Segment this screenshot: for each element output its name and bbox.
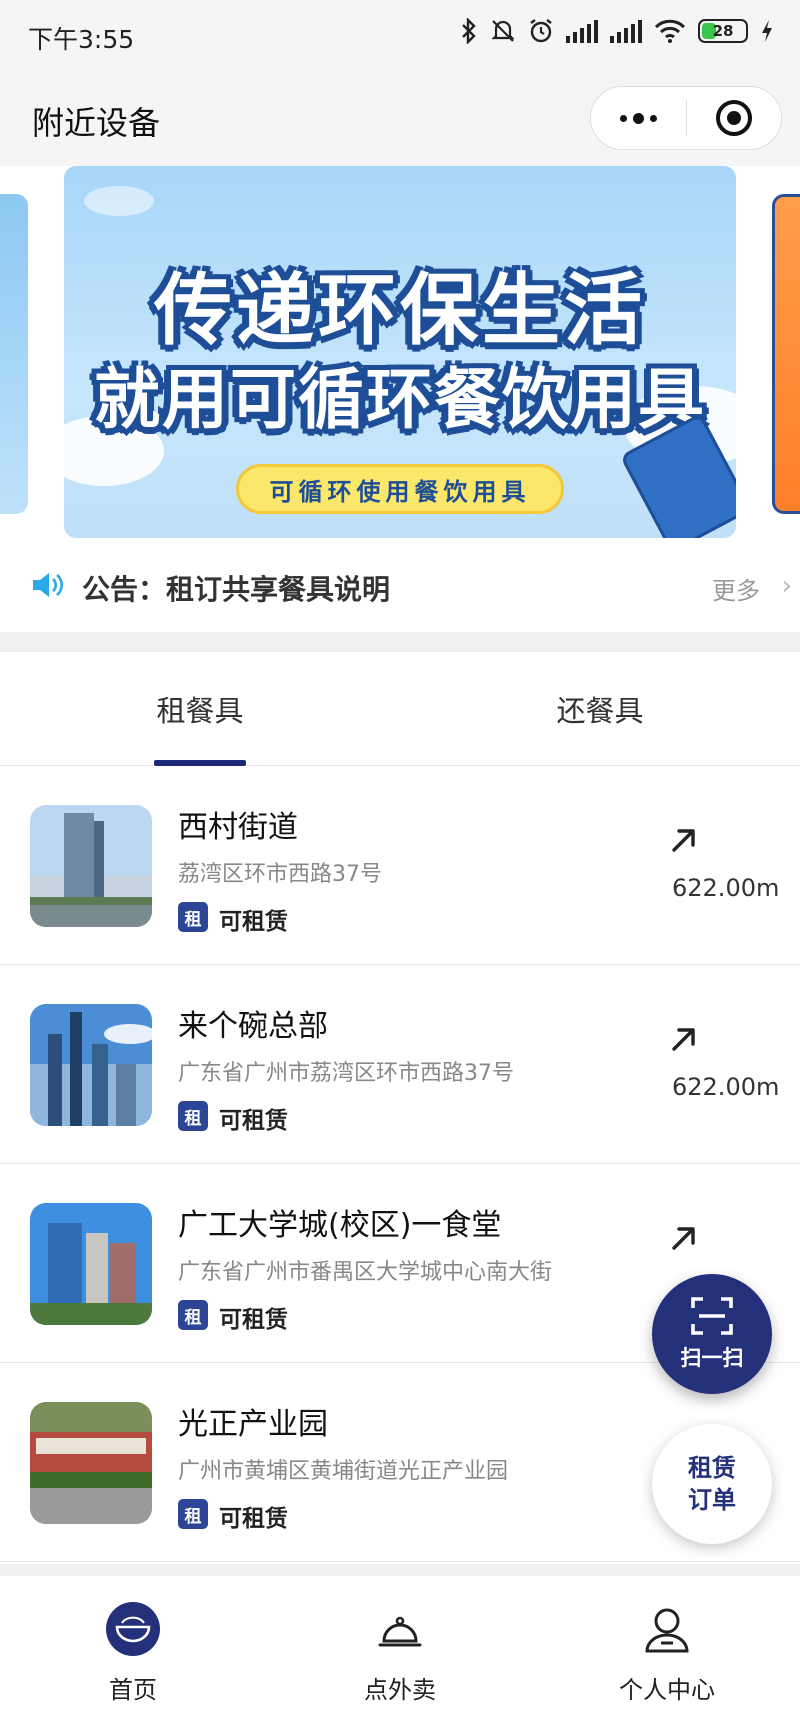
signal-hd-icon <box>610 19 642 43</box>
location-row[interactable]: 西村街道 荔湾区环市西路37号 租 可租赁 622.00m <box>0 766 800 965</box>
section-divider <box>0 632 800 652</box>
location-row[interactable]: 来个碗总部 广东省广州市荔湾区环市西路37号 租 可租赁 622.00m <box>0 965 800 1164</box>
target-icon <box>715 100 752 136</box>
battery-icon: 28 <box>698 19 748 43</box>
notice-text: 公告：租订共享餐具说明 <box>82 573 391 606</box>
rent-badge: 租 <box>178 1101 208 1131</box>
location-name: 来个碗总部 <box>178 1009 328 1044</box>
mute-bell-icon <box>491 20 515 42</box>
location-status: 可租赁 <box>219 1108 288 1134</box>
tab-bar: 租餐具 还餐具 <box>0 652 800 766</box>
navigate-arrow-icon[interactable] <box>668 1023 700 1055</box>
location-status: 可租赁 <box>219 1307 288 1333</box>
more-button[interactable] <box>591 87 686 149</box>
location-address: 广东省广州市荔湾区环市西路37号 <box>178 1061 514 1086</box>
location-photo <box>30 805 152 927</box>
navigate-arrow-icon[interactable] <box>668 824 700 856</box>
nav-takeout-label: 点外卖 <box>364 1676 436 1704</box>
banner-headline: 传递环保生活 <box>153 266 646 356</box>
battery-level: 28 <box>712 22 734 40</box>
scan-icon <box>691 1297 733 1335</box>
rent-badge: 租 <box>178 902 208 932</box>
location-photo <box>30 1004 152 1126</box>
nav-home-label: 首页 <box>109 1676 157 1704</box>
nav-takeout[interactable]: 点外卖 <box>267 1576 533 1733</box>
bell-icon <box>371 1600 429 1658</box>
speaker-icon <box>33 573 63 597</box>
notice-bar[interactable]: 公告：租订共享餐具说明 更多 › <box>0 540 800 632</box>
rent-badge: 租 <box>178 1499 208 1529</box>
bottom-divider <box>0 1564 800 1576</box>
banner-cloud <box>84 186 154 216</box>
header: 附近设备 <box>0 72 800 166</box>
banner-slide[interactable]: 传递环保生活 就用可循环餐饮用具 可循环使用餐饮用具 <box>64 166 736 538</box>
notice-more-link[interactable]: 更多 <box>712 571 760 606</box>
rent-badge: 租 <box>178 1300 208 1330</box>
charging-icon <box>762 20 772 42</box>
location-status: 可租赁 <box>219 909 288 935</box>
status-time: 下午3:55 <box>28 25 135 54</box>
location-address: 广东省广州市番禺区大学城中心南大街 <box>178 1260 553 1285</box>
more-dot-icon <box>650 114 657 122</box>
banner-next-slide[interactable] <box>772 194 800 514</box>
bottom-nav: 首页 点外卖 个人中心 <box>0 1576 800 1733</box>
location-name: 光正产业园 <box>178 1407 328 1442</box>
location-name: 西村街道 <box>178 810 298 845</box>
banner-prev-slide[interactable] <box>0 194 28 514</box>
more-dot-icon <box>620 114 627 122</box>
mini-program-capsule <box>590 86 782 150</box>
scan-label: 扫一扫 <box>680 1346 744 1370</box>
user-icon <box>638 1600 696 1658</box>
tab-return[interactable]: 还餐具 <box>500 652 700 766</box>
status-bar: 下午3:55 28 <box>0 0 800 72</box>
location-status: 可租赁 <box>219 1506 288 1532</box>
banner-subheadline: 就用可循环餐饮用具 <box>94 361 706 438</box>
location-photo <box>30 1402 152 1524</box>
rental-orders-label: 租赁订单 <box>688 1454 736 1514</box>
wifi-icon <box>654 19 686 43</box>
chevron-right-icon[interactable]: › <box>782 571 792 601</box>
banner-pill: 可循环使用餐饮用具 <box>236 464 564 514</box>
nav-profile[interactable]: 个人中心 <box>534 1576 800 1733</box>
scan-button[interactable]: 扫一扫 <box>652 1274 772 1394</box>
location-photo <box>30 1203 152 1325</box>
alarm-icon <box>530 19 552 43</box>
rental-orders-button[interactable]: 租赁订单 <box>652 1424 772 1544</box>
location-distance: 622.00m <box>672 1073 780 1101</box>
close-button[interactable] <box>687 87 781 149</box>
home-logo-icon <box>104 1600 162 1658</box>
navigate-arrow-icon[interactable] <box>668 1222 700 1254</box>
banner-carousel[interactable]: 传递环保生活 就用可循环餐饮用具 可循环使用餐饮用具 <box>0 166 800 540</box>
bluetooth-icon <box>462 18 476 44</box>
location-address: 荔湾区环市西路37号 <box>178 862 382 887</box>
status-icons: 28 <box>460 18 774 44</box>
page-title: 附近设备 <box>32 104 161 142</box>
tab-rent[interactable]: 租餐具 <box>100 652 300 766</box>
signal-icon <box>566 19 598 43</box>
location-name: 广工大学城(校区)一食堂 <box>178 1208 502 1243</box>
nav-home[interactable]: 首页 <box>0 1576 266 1733</box>
more-dot-icon <box>633 112 644 124</box>
location-address: 广州市黄埔区黄埔街道光正产业园 <box>178 1459 509 1484</box>
nav-profile-label: 个人中心 <box>619 1676 715 1704</box>
location-distance: 622.00m <box>672 874 780 902</box>
